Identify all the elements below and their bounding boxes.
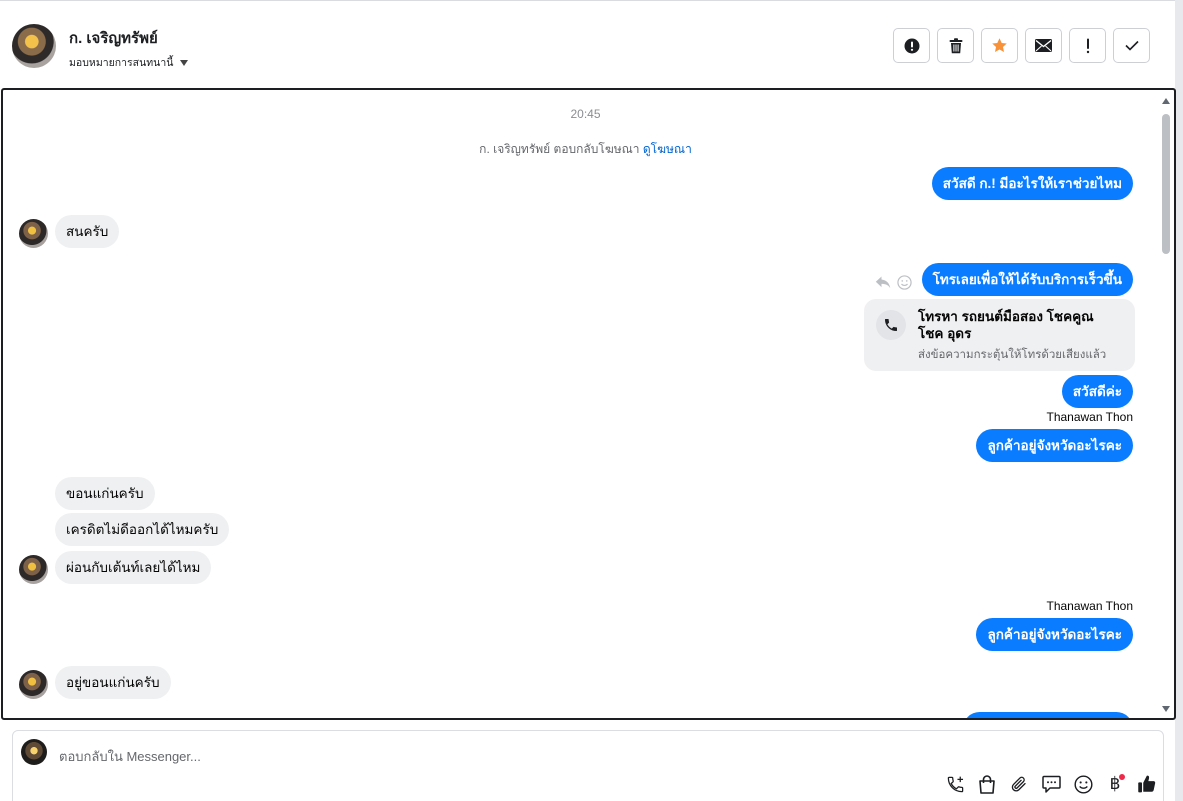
assign-label: มอบหมายการสนทนานี้ xyxy=(69,57,174,69)
envelope-icon xyxy=(1035,39,1052,52)
message-hover-tools xyxy=(875,275,912,290)
react-smiley-icon[interactable] xyxy=(897,275,912,290)
message-bubble-outgoing[interactable]: โทรเลยเพื่อให้ได้รับบริการเร็วขึ้น xyxy=(921,263,1133,296)
message-bubble-incoming[interactable]: อยู่ขอนแก่นครับ xyxy=(55,666,171,699)
smiley-icon xyxy=(1073,774,1093,794)
page-avatar xyxy=(21,739,47,765)
call-prompt-card[interactable]: โทรหา รถยนต์มือสอง โชคคูณ โชค อุดร ส่งข้… xyxy=(864,299,1135,371)
ad-reply-notice: ก. เจริญทรัพย์ ตอบกลับโฆษณา ดูโฆษณา xyxy=(3,140,1168,159)
contact-name[interactable]: ก. เจริญทรัพย์ xyxy=(69,26,158,50)
chevron-down-icon xyxy=(180,59,189,66)
shopping-bag-icon xyxy=(979,774,995,794)
message-bubble-outgoing[interactable]: ลูกค้าอยู่จังหวัดอะไรคะ xyxy=(976,429,1133,462)
sender-name: Thanawan Thon xyxy=(1046,599,1133,613)
conversation-header: ก. เจริญทรัพย์ มอบหมายการสนทนานี้ xyxy=(0,4,1175,84)
follow-up-button[interactable] xyxy=(1069,28,1106,63)
check-icon xyxy=(1124,40,1139,51)
message-bubble-incoming[interactable]: ผ่อนกับเต้นท์เลยได้ไหม xyxy=(55,551,212,584)
contact-avatar-small[interactable] xyxy=(19,670,48,699)
ad-reply-text: ก. เจริญทรัพย์ ตอบกลับโฆษณา xyxy=(479,142,640,156)
mark-unread-button[interactable] xyxy=(1025,28,1062,63)
star-button[interactable] xyxy=(981,28,1018,63)
scroll-down-arrow-icon[interactable] xyxy=(1162,706,1170,712)
message-bubble-outgoing[interactable]: ลูกค้าอยู่จังหวัดอะไรคะ xyxy=(976,618,1133,651)
reply-input[interactable]: ตอบกลับใน Messenger... xyxy=(59,746,201,767)
phone-plus-icon xyxy=(947,776,963,792)
mark-done-button[interactable] xyxy=(1113,28,1150,63)
message-bubble-outgoing-partial[interactable] xyxy=(963,712,1133,718)
paperclip-icon xyxy=(1011,776,1026,792)
contact-avatar-small[interactable] xyxy=(19,555,48,584)
message-bubble-incoming[interactable]: เครดิตไม่ดีออกได้ไหมครับ xyxy=(55,513,230,546)
trash-icon xyxy=(949,37,962,53)
sender-name: Thanawan Thon xyxy=(1046,410,1133,424)
view-ad-link[interactable]: ดูโฆษณา xyxy=(643,142,692,156)
call-card-title: โทรหา รถยนต์มือสอง โชคคูณ โชค อุดร xyxy=(918,309,1094,341)
message-bubble-incoming[interactable]: ขอนแก่นครับ xyxy=(55,477,155,510)
reply-composer: ตอบกลับใน Messenger... ฿ xyxy=(12,730,1164,801)
top-divider xyxy=(0,0,1175,3)
payment-button[interactable]: ฿ xyxy=(1104,773,1126,795)
assign-conversation-dropdown[interactable]: มอบหมายการสนทนานี้ xyxy=(69,54,189,71)
header-actions xyxy=(893,28,1150,63)
messenger-inbox: ก. เจริญทรัพย์ มอบหมายการสนทนานี้ 20:45 … xyxy=(0,0,1183,801)
exclamation-icon xyxy=(1086,38,1089,53)
emoji-button[interactable] xyxy=(1072,773,1094,795)
message-bubble-outgoing[interactable]: สวัสดีค่ะ xyxy=(1061,375,1133,408)
composer-toolbar: ฿ xyxy=(944,773,1158,795)
like-button[interactable] xyxy=(1136,773,1158,795)
thread-scrollbar[interactable] xyxy=(1161,94,1172,714)
shop-button[interactable] xyxy=(976,773,998,795)
reply-icon[interactable] xyxy=(875,276,891,289)
scrollbar-thumb[interactable] xyxy=(1162,114,1170,254)
chat-bubble-icon xyxy=(1041,775,1061,793)
attach-button[interactable] xyxy=(1008,773,1030,795)
exclamation-circle-icon xyxy=(904,38,919,53)
phone-icon xyxy=(876,310,906,340)
page-scroll-gutter[interactable] xyxy=(1175,0,1183,801)
report-spam-button[interactable] xyxy=(893,28,930,63)
scroll-up-arrow-icon[interactable] xyxy=(1162,98,1170,104)
star-icon xyxy=(992,38,1007,53)
call-card-subtitle: ส่งข้อความกระตุ้นให้โทรด้วยเสียงแล้ว xyxy=(918,349,1107,361)
contact-avatar-small[interactable] xyxy=(19,219,48,248)
call-button[interactable] xyxy=(944,773,966,795)
message-timestamp: 20:45 xyxy=(570,107,601,121)
message-bubble-outgoing[interactable]: สวัสดี ก.! มีอะไรให้เราช่วยไหม xyxy=(931,167,1133,200)
contact-avatar[interactable] xyxy=(12,24,56,68)
conversation-thread[interactable]: 20:45 ก. เจริญทรัพย์ ตอบกลับโฆษณา ดูโฆษณ… xyxy=(1,88,1176,720)
delete-button[interactable] xyxy=(937,28,974,63)
message-bubble-incoming[interactable]: สนครับ xyxy=(55,215,120,248)
saved-replies-button[interactable] xyxy=(1040,773,1062,795)
notification-dot xyxy=(1119,774,1125,780)
thumbs-up-icon xyxy=(1138,775,1156,793)
